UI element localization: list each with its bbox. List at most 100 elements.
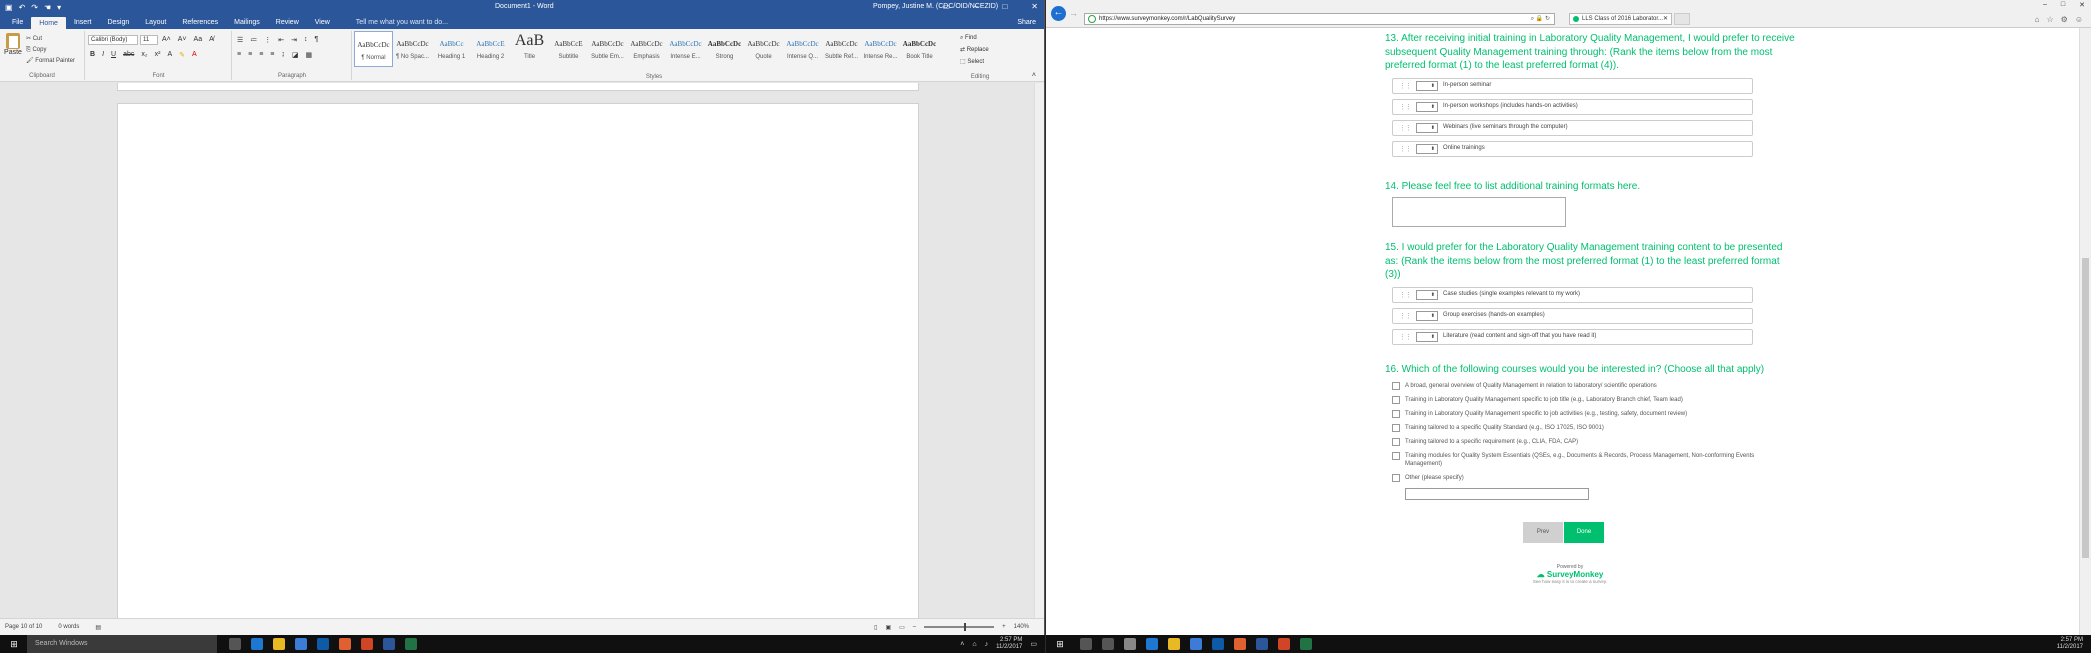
- align-right-icon[interactable]: ≡: [259, 51, 263, 59]
- increase-indent-icon[interactable]: ⇥: [291, 36, 297, 44]
- done-button[interactable]: Done: [1564, 522, 1604, 543]
- style-quote[interactable]: AaBbCcDc Quote: [744, 31, 783, 67]
- course-option[interactable]: Training in Laboratory Quality Managemen…: [1392, 396, 1795, 404]
- format-painter-button[interactable]: 🖌 Format Painter: [26, 56, 75, 67]
- outlook-icon[interactable]: [317, 638, 329, 650]
- address-bar[interactable]: https://www.surveymonkey.com/r/LabQualit…: [1084, 13, 1555, 25]
- tell-me-search[interactable]: Tell me what you want to do...: [348, 19, 456, 29]
- superscript-icon[interactable]: x²: [155, 51, 161, 59]
- lock-icon[interactable]: 🔒: [1536, 16, 1543, 22]
- justify-icon[interactable]: ≡: [270, 51, 274, 59]
- home-icon[interactable]: ⌂: [2035, 15, 2040, 24]
- maximize-icon[interactable]: □: [1002, 2, 1007, 11]
- style-intense-reference[interactable]: AaBbCcDc Intense Re...: [861, 31, 900, 67]
- additional-formats-input[interactable]: [1392, 197, 1566, 227]
- rank-item[interactable]: ⋮⋮ ⬍ Case studies (single examples relevan…: [1392, 286, 1753, 303]
- task-view-icon[interactable]: [1102, 638, 1114, 650]
- italic-icon[interactable]: I: [102, 51, 104, 59]
- style-no-spacing[interactable]: AaBbCcDc ¶ No Spac...: [393, 31, 432, 67]
- close-tab-icon[interactable]: ✕: [1663, 14, 1668, 24]
- course-option[interactable]: Training tailored to a specific Quality …: [1392, 424, 1795, 432]
- font-size-select[interactable]: 11: [140, 35, 158, 45]
- search-app-icon[interactable]: [1190, 638, 1202, 650]
- course-option[interactable]: Training tailored to a specific requirem…: [1392, 438, 1795, 446]
- align-left-icon[interactable]: ≡: [237, 51, 241, 59]
- align-center-icon[interactable]: ≡: [248, 51, 252, 59]
- taskbar-clock[interactable]: 2:57 PM 11/2/2017: [2057, 637, 2083, 651]
- style-intense-quote[interactable]: AaBbCcDc Intense Q...: [783, 31, 822, 67]
- checkbox[interactable]: [1392, 410, 1400, 418]
- customize-qat-icon[interactable]: ▾: [57, 3, 61, 12]
- multilevel-list-icon[interactable]: ⋮: [264, 36, 271, 44]
- numbering-icon[interactable]: ≔: [250, 36, 257, 44]
- highlight-icon[interactable]: ✎: [179, 51, 185, 59]
- style-heading-1[interactable]: AaBbCc Heading 1: [432, 31, 471, 67]
- undo-icon[interactable]: ↶: [19, 3, 26, 12]
- decrease-indent-icon[interactable]: ⇤: [278, 36, 284, 44]
- checkbox[interactable]: [1392, 474, 1400, 482]
- select-button[interactable]: ⬚ Select: [960, 56, 989, 68]
- style-subtitle[interactable]: AaBbCcE Subtitle: [549, 31, 588, 67]
- show-marks-icon[interactable]: ¶: [315, 36, 319, 44]
- excel-icon[interactable]: [405, 638, 417, 650]
- style-heading-2[interactable]: AaBbCcE Heading 2: [471, 31, 510, 67]
- checkbox[interactable]: [1392, 424, 1400, 432]
- gear-icon[interactable]: ⚙: [2061, 15, 2068, 24]
- close-icon[interactable]: ✕: [2079, 1, 2085, 9]
- tray-up-icon[interactable]: ˄: [960, 641, 964, 648]
- replace-button[interactable]: ⇄ Replace: [960, 44, 989, 56]
- new-tab-button[interactable]: [1674, 13, 1690, 25]
- borders-icon[interactable]: ▦: [306, 51, 313, 59]
- touch-mode-icon[interactable]: ☚: [44, 3, 51, 12]
- rank-item[interactable]: ⋮⋮ ⬍ In-person workshops (includes hands-o…: [1392, 98, 1753, 115]
- close-icon[interactable]: ✕: [1031, 2, 1038, 11]
- style-subtle-reference[interactable]: AaBbCcDc Subtle Ref...: [822, 31, 861, 67]
- checkbox[interactable]: [1392, 396, 1400, 404]
- drag-handle-icon[interactable]: ⋮⋮: [1399, 145, 1412, 153]
- shading-icon[interactable]: ◪: [292, 51, 299, 59]
- scroll-thumb[interactable]: [2082, 258, 2089, 558]
- document-page[interactable]: [117, 103, 919, 623]
- page-count[interactable]: Page 10 of 10: [5, 624, 42, 630]
- course-option[interactable]: Training in Laboratory Quality Managemen…: [1392, 410, 1795, 418]
- drag-handle-icon[interactable]: ⋮⋮: [1399, 124, 1412, 132]
- ribbon-display-icon[interactable]: ▭: [942, 2, 950, 11]
- redo-icon[interactable]: ↷: [31, 3, 38, 12]
- font-color-icon[interactable]: A: [192, 51, 197, 59]
- file-explorer-icon[interactable]: [273, 638, 285, 650]
- tab-home[interactable]: Home: [31, 17, 66, 29]
- style-book-title[interactable]: AaBbCcDc Book Title: [900, 31, 939, 67]
- underline-icon[interactable]: U: [111, 51, 116, 59]
- smiley-icon[interactable]: ☺: [2075, 15, 2083, 24]
- rank-item[interactable]: ⋮⋮ ⬍ In-person seminar: [1392, 77, 1753, 94]
- subscript-icon[interactable]: x₂: [141, 51, 147, 59]
- notifications-icon[interactable]: ▭: [1030, 640, 1037, 648]
- rank-select[interactable]: ⬍: [1416, 331, 1438, 342]
- tab-mailings[interactable]: Mailings: [226, 19, 268, 29]
- network-icon[interactable]: ⌂: [972, 641, 976, 648]
- style-title[interactable]: AaB Title: [510, 31, 549, 67]
- checkbox[interactable]: [1392, 438, 1400, 446]
- surveymonkey-logo[interactable]: ☁ SurveyMonkey: [1365, 570, 1775, 579]
- copy-button[interactable]: ⎘ Copy: [26, 45, 75, 56]
- course-option[interactable]: Training modules for Quality System Esse…: [1392, 452, 1795, 468]
- sort-icon[interactable]: ↕: [304, 36, 308, 44]
- drag-handle-icon[interactable]: ⋮⋮: [1399, 312, 1412, 320]
- tab-review[interactable]: Review: [268, 19, 307, 29]
- read-mode-icon[interactable]: ▯: [874, 624, 877, 631]
- maximize-icon[interactable]: □: [2061, 1, 2065, 9]
- drag-handle-icon[interactable]: ⋮⋮: [1399, 291, 1412, 299]
- rank-select[interactable]: ⬍: [1416, 101, 1438, 112]
- bullets-icon[interactable]: ☰: [237, 36, 243, 44]
- strikethrough-icon[interactable]: abc: [123, 51, 134, 59]
- tab-view[interactable]: View: [307, 19, 338, 29]
- grow-font-icon[interactable]: A˄: [162, 36, 171, 43]
- zoom-slider[interactable]: [924, 623, 995, 631]
- drag-handle-icon[interactable]: ⋮⋮: [1399, 82, 1412, 90]
- tab-design[interactable]: Design: [99, 19, 137, 29]
- find-button[interactable]: ⌕ Find: [960, 32, 989, 44]
- font-family-select[interactable]: Calibri (Body): [88, 35, 138, 45]
- file-explorer-icon[interactable]: [1168, 638, 1180, 650]
- vertical-scrollbar[interactable]: [1034, 83, 1044, 618]
- task-view-icon[interactable]: [229, 638, 241, 650]
